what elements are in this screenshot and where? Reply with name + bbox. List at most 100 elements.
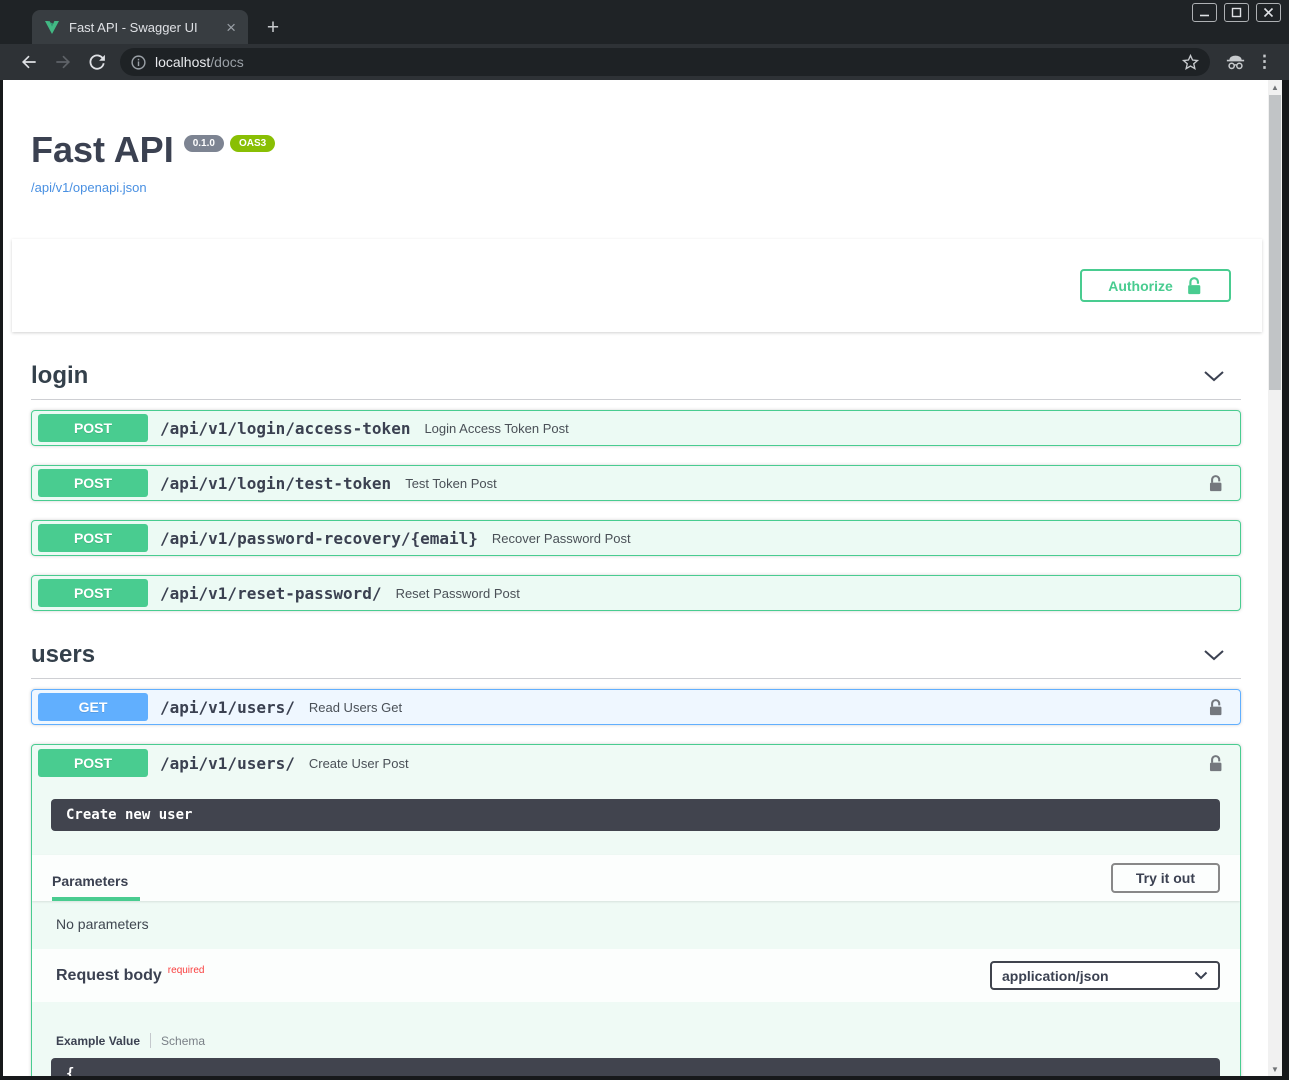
method-badge: POST [38,524,148,552]
endpoint-path: /api/v1/reset-password/ [160,584,382,603]
chevron-down-icon[interactable] [1203,649,1225,661]
model-example-tabs: Example Value Schema [56,1033,1220,1048]
browser-toolbar: localhost/docs ⋮ [0,44,1289,80]
maximize-icon [1231,7,1242,18]
endpoint-path: /api/v1/password-recovery/{email} [160,529,478,548]
url-path: /docs [210,54,243,70]
window-controls [1192,3,1281,22]
request-body-header: Request body required application/json [32,949,1240,1002]
tag-header-users[interactable]: users [31,641,1241,679]
unlocked-padlock-icon [1185,276,1203,296]
endpoint-summary: Test Token Post [405,476,497,491]
auth-lock-button[interactable] [1207,698,1224,717]
chevron-down-icon[interactable] [1203,370,1225,382]
tab-schema[interactable]: Schema [161,1034,205,1048]
endpoint-path: /api/v1/users/ [160,754,295,773]
oas-badge: OAS3 [230,135,275,152]
tab-close-icon[interactable]: × [222,19,240,36]
operations: login POST /api/v1/login/access-token Lo… [3,362,1268,1076]
required-badge: required [168,965,205,976]
operation-description: Create new user [51,799,1220,831]
request-body-label: Request body [56,967,162,985]
endpoint-path: /api/v1/login/access-token [160,419,410,438]
endpoint-summary: Read Users Get [309,700,402,715]
scheme-container: Authorize [12,239,1262,332]
tab-title: Fast API - Swagger UI [69,20,222,35]
unlocked-padlock-icon [1207,698,1224,717]
page-title-row: Fast API 0.1.0 OAS3 [31,132,1241,168]
page-title: Fast API [31,132,174,168]
browser-menu-icon[interactable]: ⋮ [1256,52,1273,72]
forward-arrow-icon [53,52,73,72]
url-host: localhost [155,54,210,70]
page-info-icon[interactable] [130,54,147,71]
method-badge: POST [38,469,148,497]
url-text: localhost/docs [155,54,244,70]
authorize-button[interactable]: Authorize [1080,269,1231,302]
chevron-down-icon [1194,971,1208,980]
tag-header-login[interactable]: login [31,362,1241,400]
version-badge: 0.1.0 [184,135,224,152]
tag-name: users [31,641,95,669]
endpoint-summary: Reset Password Post [396,586,520,601]
scrollbar-thumb[interactable] [1269,95,1281,390]
close-button[interactable] [1256,3,1281,22]
browser-window: Fast API - Swagger UI × + [0,0,1289,1080]
title-badges: 0.1.0 OAS3 [184,135,275,152]
method-badge: POST [38,579,148,607]
method-badge: POST [38,749,148,777]
endpoint-summary: Login Access Token Post [424,421,568,436]
method-badge: POST [38,414,148,442]
endpoint-row[interactable]: POST /api/v1/reset-password/ Reset Passw… [31,575,1241,611]
tab-parameters[interactable]: Parameters [52,873,140,901]
try-it-out-button[interactable]: Try it out [1111,863,1220,893]
auth-lock-button[interactable] [1207,754,1224,773]
unlocked-padlock-icon [1207,474,1224,493]
endpoint-row[interactable]: POST /api/v1/login/test-token Test Token… [31,465,1241,501]
reload-icon [87,52,107,72]
minimize-icon [1199,7,1210,18]
back-button[interactable] [17,50,41,74]
reload-button[interactable] [85,50,109,74]
endpoint-summary: Recover Password Post [492,531,631,546]
endpoint-row[interactable]: POST /api/v1/password-recovery/{email} R… [31,520,1241,556]
new-tab-button[interactable]: + [260,15,286,41]
bookmark-star-icon[interactable] [1181,53,1200,72]
tab-example-value[interactable]: Example Value [56,1034,140,1048]
endpoint-row[interactable]: GET /api/v1/users/ Read Users Get [31,689,1241,725]
expanded-operation-block: POST /api/v1/users/ Create User Post Cre… [31,744,1241,1076]
page-scrollbar[interactable]: ▲ ▼ [1268,80,1282,1076]
address-bar[interactable]: localhost/docs [120,48,1210,76]
tag-name: login [31,362,88,390]
example-code-block[interactable]: { [51,1058,1220,1076]
scrollbar-down-arrow[interactable]: ▼ [1268,1062,1282,1076]
close-icon [1263,7,1274,18]
swagger-page: Fast API 0.1.0 OAS3 /api/v1/openapi.json… [3,80,1268,1076]
scrollbar-up-arrow[interactable]: ▲ [1268,80,1282,94]
endpoint-path: /api/v1/login/test-token [160,474,391,493]
openapi-spec-link[interactable]: /api/v1/openapi.json [31,180,147,195]
incognito-indicator-icon [1223,50,1247,74]
tab-divider [150,1033,151,1048]
tab-strip: Fast API - Swagger UI × + [0,0,1289,44]
favicon-icon [44,19,60,35]
content-type-value: application/json [1002,968,1109,984]
minimize-button[interactable] [1192,3,1217,22]
authorize-label: Authorize [1108,278,1173,294]
page-viewport: Fast API 0.1.0 OAS3 /api/v1/openapi.json… [3,80,1282,1076]
maximize-button[interactable] [1224,3,1249,22]
forward-button[interactable] [51,50,75,74]
tab-fast-api[interactable]: Fast API - Swagger UI × [32,10,248,44]
method-badge: GET [38,693,148,721]
no-parameters-text: No parameters [32,901,1240,949]
content-type-select[interactable]: application/json [990,961,1220,990]
endpoint-row[interactable]: POST /api/v1/users/ Create User Post [32,745,1240,781]
endpoint-summary: Create User Post [309,756,409,771]
back-arrow-icon [19,52,39,72]
endpoint-path: /api/v1/users/ [160,698,295,717]
parameters-header: Parameters Try it out [32,855,1240,901]
api-info: Fast API 0.1.0 OAS3 /api/v1/openapi.json [3,80,1268,197]
auth-lock-button[interactable] [1207,474,1224,493]
unlocked-padlock-icon [1207,754,1224,773]
endpoint-row[interactable]: POST /api/v1/login/access-token Login Ac… [31,410,1241,446]
